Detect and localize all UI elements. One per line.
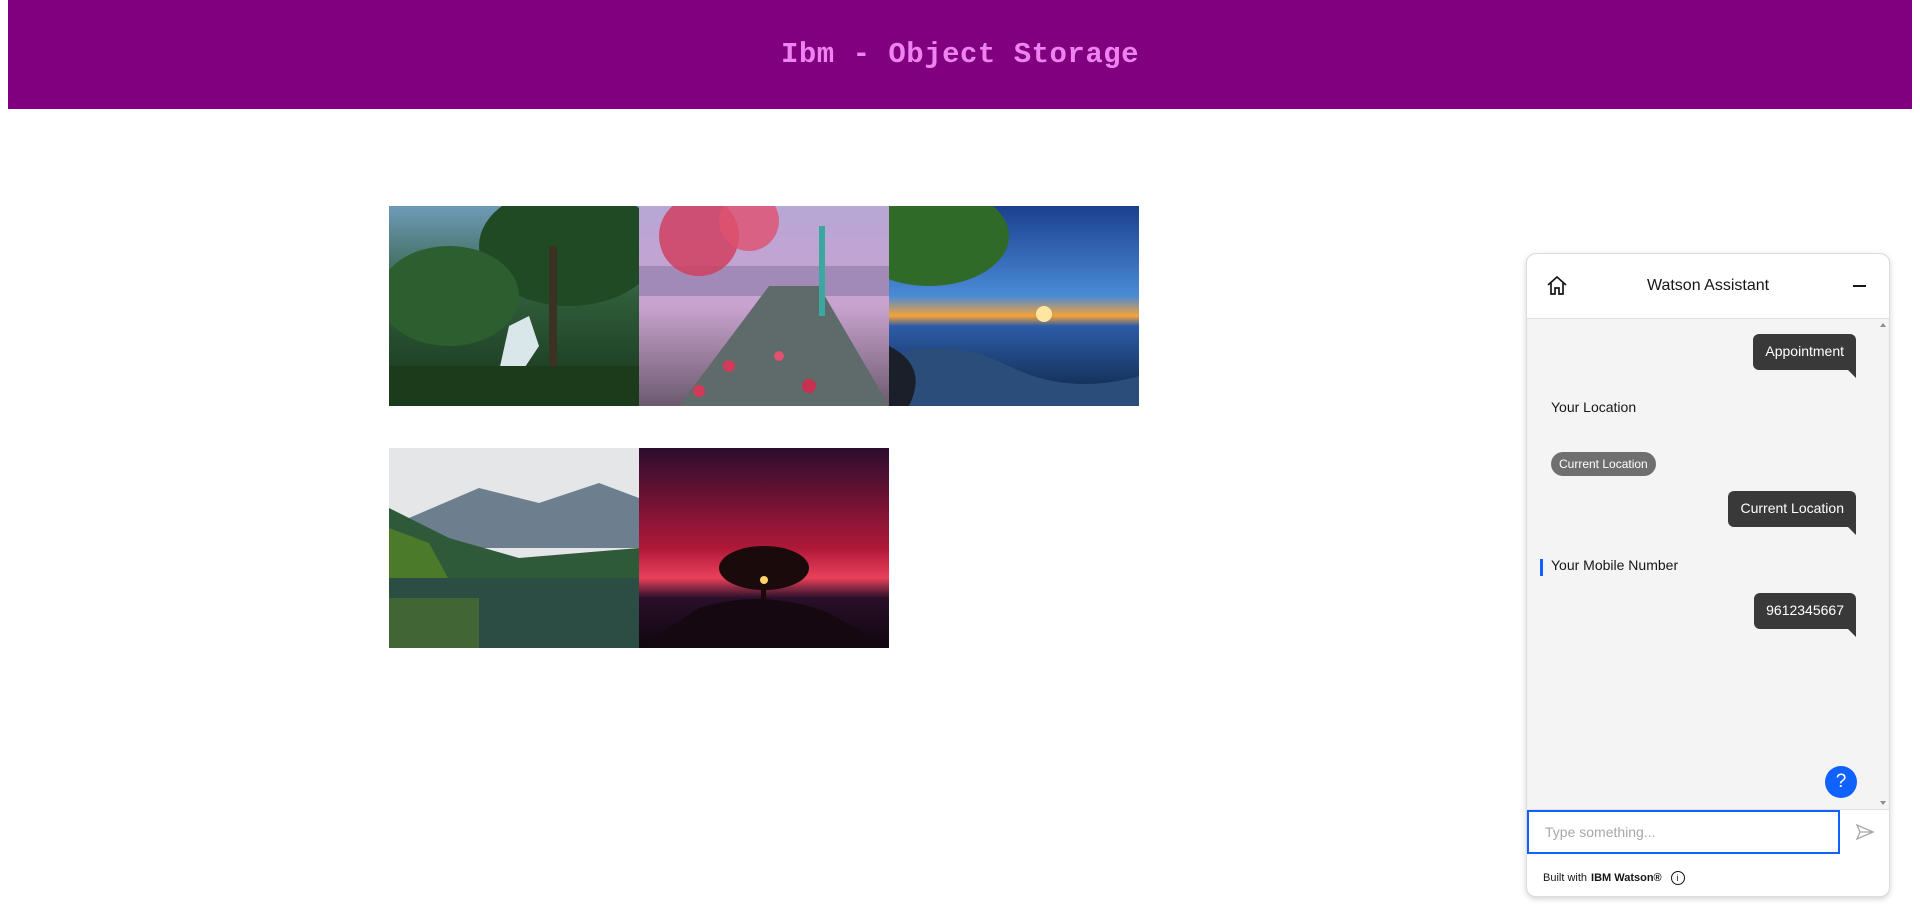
assistant-footer: Built with IBM Watson® i [1527,859,1889,896]
watson-assistant-panel: Watson Assistant Appointment Your Locati… [1526,253,1890,897]
user-message: 9612345667 [1754,593,1856,637]
user-message: Current Location [1728,491,1856,535]
page-header: Ibm - Object Storage [8,0,1912,109]
red-sky-tree-image [639,448,889,648]
home-icon[interactable] [1545,274,1569,298]
forest-waterfall-illustration [389,206,639,406]
footer-prefix: Built with [1543,871,1588,884]
pink-leaves-dock-illustration [639,206,889,406]
assistant-header: Watson Assistant [1527,254,1889,319]
lake-sunset-image [889,206,1139,406]
option-chip-current-location[interactable]: Current Location [1551,452,1656,476]
page-title: Ibm - Object Storage [780,38,1140,71]
lake-sunset-illustration [889,206,1139,406]
bot-message: Your Location [1551,399,1637,415]
message-input-area [1527,809,1889,860]
info-icon[interactable]: i [1670,870,1685,885]
user-message: Appointment [1753,334,1856,378]
forest-waterfall-image [389,206,639,406]
red-sky-tree-illustration [639,448,889,648]
focus-indicator [1540,559,1543,576]
help-icon[interactable]: ? [1825,766,1857,798]
chat-scrollbar[interactable] [1877,319,1889,809]
bot-message: Your Mobile Number [1551,557,1679,573]
scroll-down-arrow-icon[interactable] [1880,801,1886,805]
assistant-title: Watson Assistant [1646,277,1770,294]
chat-transcript[interactable]: Appointment Your Location Current Locati… [1527,319,1889,809]
minimize-icon[interactable] [1847,274,1871,298]
message-input[interactable] [1527,810,1840,854]
footer-brand: IBM Watson® [1591,871,1662,884]
scroll-up-arrow-icon[interactable] [1880,323,1886,327]
pink-leaves-dock-image [639,206,889,406]
mountain-lake-illustration [389,448,639,648]
send-icon[interactable] [1855,822,1875,842]
mountain-lake-image [389,448,639,648]
